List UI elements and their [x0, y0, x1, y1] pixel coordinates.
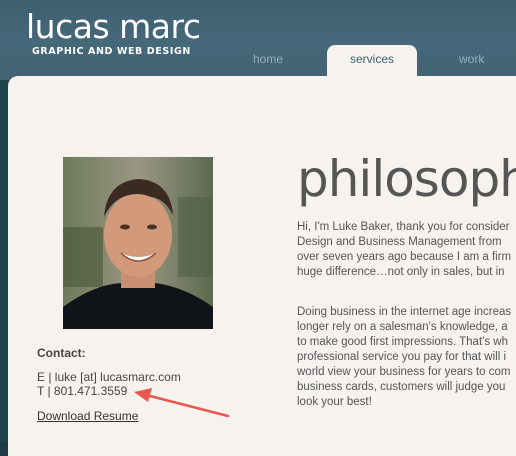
intro-paragraph: Hi, I'm Luke Baker, thank you for consid… — [297, 220, 516, 280]
business-paragraph: Doing business in the internet age incre… — [297, 305, 516, 410]
paragraph-line: professional service you pay for that wi… — [297, 351, 507, 363]
page-title: philosoph — [297, 150, 516, 208]
paragraph-line: business cards, customers will judge you — [297, 381, 506, 393]
paragraph-line: Hi, I'm Luke Baker, thank you for consid… — [297, 221, 510, 233]
paragraph-line: to make good first impressions. That's w… — [297, 336, 508, 348]
paragraph-line: world view your business for years to co… — [297, 366, 511, 378]
paragraph-line: longer rely on a salesman's knowledge, a — [297, 321, 508, 333]
paragraph-line: Doing business in the internet age incre… — [297, 306, 512, 318]
paragraph-line: Design and Business Management from — [297, 236, 502, 248]
paragraph-line: look your best! — [297, 396, 372, 408]
paragraph-line: huge difference…not only in sales, but i… — [297, 266, 505, 278]
paragraph-line: over seven years ago because I am a firm — [297, 251, 512, 263]
